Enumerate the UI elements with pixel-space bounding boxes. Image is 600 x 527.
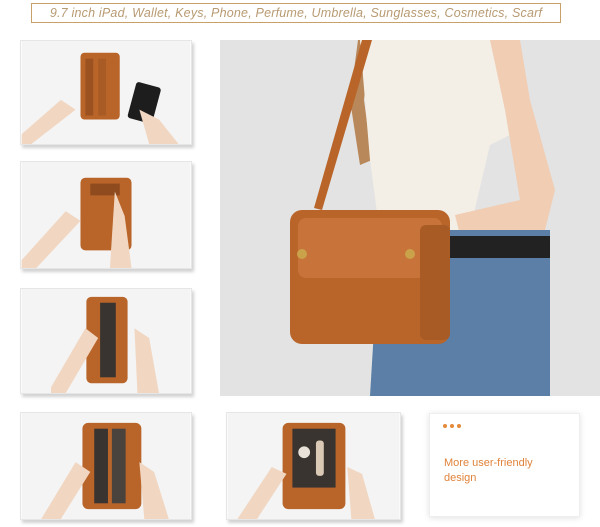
feature-text: More user-friendly design: [444, 457, 533, 484]
feature-card: More user-friendly design: [429, 413, 580, 517]
photo-model-wearing-bag: [220, 40, 600, 396]
dot-icon: [443, 424, 447, 428]
photo-bag-with-phone: [20, 40, 192, 145]
photo-wide-open-bag: [20, 412, 192, 520]
dot-icon: [450, 424, 454, 428]
photo-opening-bag: [20, 161, 192, 269]
photo-open-compartments: [20, 288, 192, 394]
decorative-dots: [443, 424, 461, 428]
dot-icon: [457, 424, 461, 428]
capacity-banner: 9.7 inch iPad, Wallet, Keys, Phone, Perf…: [31, 3, 561, 23]
photo-bag-with-items: [226, 412, 401, 520]
